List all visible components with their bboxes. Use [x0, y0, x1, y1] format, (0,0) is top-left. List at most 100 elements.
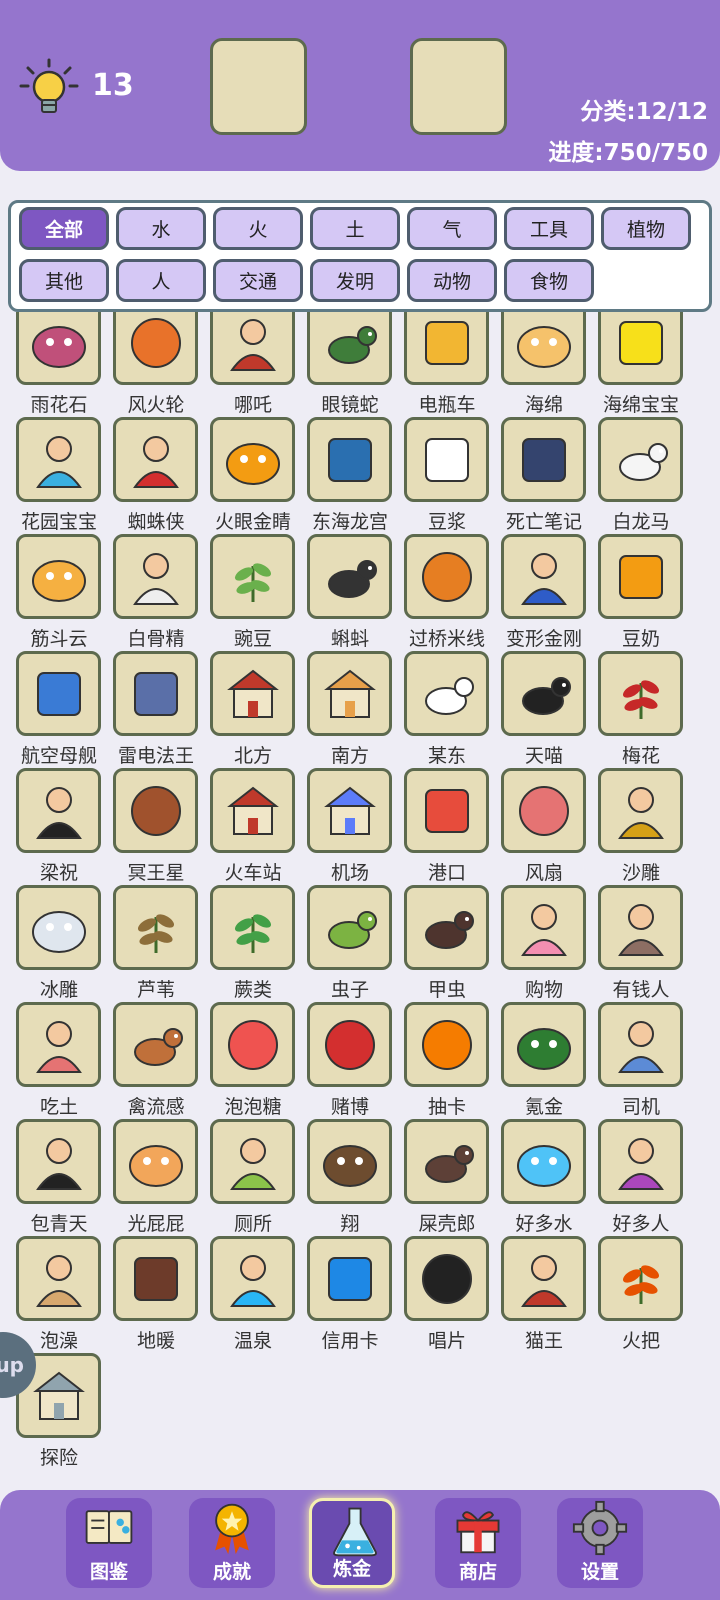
combine-slot-2[interactable] [410, 38, 507, 135]
element-item[interactable]: 豆浆 [403, 417, 491, 533]
element-tile[interactable] [598, 1002, 683, 1087]
element-item[interactable]: 好多水 [500, 1119, 588, 1235]
element-item[interactable]: 白龙马 [597, 417, 685, 533]
element-item[interactable]: 雨花石 [15, 312, 103, 416]
element-item[interactable]: 梁祝 [15, 768, 103, 884]
nav-gift[interactable]: 商店 [435, 1498, 521, 1588]
element-tile[interactable] [210, 651, 295, 736]
category-tab[interactable]: 食物 [504, 259, 594, 302]
element-tile[interactable] [307, 312, 392, 385]
element-tile[interactable] [501, 417, 586, 502]
category-tab[interactable]: 其他 [19, 259, 109, 302]
element-tile[interactable] [598, 1119, 683, 1204]
element-tile[interactable] [501, 312, 586, 385]
element-tile[interactable] [404, 534, 489, 619]
category-tab[interactable]: 土 [310, 207, 400, 250]
element-item[interactable]: 海绵 [500, 312, 588, 416]
element-item[interactable]: 甲虫 [403, 885, 491, 1001]
element-item[interactable]: 火把 [597, 1236, 685, 1352]
element-item[interactable]: 地暖 [112, 1236, 200, 1352]
element-tile[interactable] [501, 651, 586, 736]
element-tile[interactable] [307, 1002, 392, 1087]
element-item[interactable]: 豌豆 [209, 534, 297, 650]
element-item[interactable]: 有钱人 [597, 885, 685, 1001]
element-item[interactable]: 蕨类 [209, 885, 297, 1001]
element-item[interactable]: 风火轮 [112, 312, 200, 416]
element-tile[interactable] [404, 651, 489, 736]
element-item[interactable]: 冰雕 [15, 885, 103, 1001]
element-item[interactable]: 厕所 [209, 1119, 297, 1235]
element-tile[interactable] [16, 885, 101, 970]
nav-flask[interactable]: 炼金 [309, 1498, 395, 1588]
element-item[interactable]: 赌博 [306, 1002, 394, 1118]
element-item[interactable]: 变形金刚 [500, 534, 588, 650]
element-item[interactable]: 南方 [306, 651, 394, 767]
element-item[interactable]: 东海龙宫 [306, 417, 394, 533]
element-tile[interactable] [113, 651, 198, 736]
nav-gear[interactable]: 设置 [557, 1498, 643, 1588]
element-item[interactable]: 梅花 [597, 651, 685, 767]
category-tab[interactable]: 火 [213, 207, 303, 250]
category-tab[interactable]: 全部 [19, 207, 109, 250]
element-tile[interactable] [307, 417, 392, 502]
element-item[interactable]: 花园宝宝 [15, 417, 103, 533]
element-item[interactable]: 信用卡 [306, 1236, 394, 1352]
element-tile[interactable] [307, 1236, 392, 1321]
element-tile[interactable] [210, 534, 295, 619]
element-tile[interactable] [501, 885, 586, 970]
element-tile[interactable] [210, 885, 295, 970]
element-item[interactable]: 风扇 [500, 768, 588, 884]
element-tile[interactable] [598, 312, 683, 385]
element-item[interactable]: 天喵 [500, 651, 588, 767]
element-item[interactable]: 吃土 [15, 1002, 103, 1118]
nav-book[interactable]: 图鉴 [66, 1498, 152, 1588]
category-tab[interactable]: 发明 [310, 259, 400, 302]
element-tile[interactable] [501, 534, 586, 619]
element-item[interactable]: 司机 [597, 1002, 685, 1118]
element-tile[interactable] [501, 1002, 586, 1087]
element-item[interactable]: 冥王星 [112, 768, 200, 884]
element-item[interactable]: 沙雕 [597, 768, 685, 884]
element-tile[interactable] [404, 885, 489, 970]
element-tile[interactable] [210, 1236, 295, 1321]
element-tile[interactable] [113, 534, 198, 619]
element-tile[interactable] [210, 1119, 295, 1204]
element-tile[interactable] [307, 534, 392, 619]
element-tile[interactable] [16, 1002, 101, 1087]
element-tile[interactable] [16, 417, 101, 502]
category-tab[interactable]: 动物 [407, 259, 497, 302]
element-item[interactable]: 虫子 [306, 885, 394, 1001]
element-tile[interactable] [404, 768, 489, 853]
element-item[interactable]: 火车站 [209, 768, 297, 884]
category-tab[interactable]: 人 [116, 259, 206, 302]
element-item[interactable]: 电瓶车 [403, 312, 491, 416]
element-tile[interactable] [307, 651, 392, 736]
category-tab[interactable]: 水 [116, 207, 206, 250]
element-tile[interactable] [16, 768, 101, 853]
category-tab[interactable]: 工具 [504, 207, 594, 250]
element-tile[interactable] [598, 1236, 683, 1321]
category-tab[interactable]: 交通 [213, 259, 303, 302]
element-tile[interactable] [501, 1236, 586, 1321]
element-item[interactable]: 海绵宝宝 [597, 312, 685, 416]
element-tile[interactable] [598, 417, 683, 502]
element-tile[interactable] [113, 312, 198, 385]
element-item[interactable]: 芦苇 [112, 885, 200, 1001]
element-item[interactable]: 死亡笔记 [500, 417, 588, 533]
element-item[interactable]: 猫王 [500, 1236, 588, 1352]
element-item[interactable]: 哪吒 [209, 312, 297, 416]
element-item[interactable]: 某东 [403, 651, 491, 767]
element-tile[interactable] [501, 1119, 586, 1204]
element-tile[interactable] [113, 768, 198, 853]
lightbulb-icon[interactable] [18, 58, 80, 120]
element-item[interactable]: 雷电法王 [112, 651, 200, 767]
element-tile[interactable] [598, 885, 683, 970]
element-item[interactable]: 机场 [306, 768, 394, 884]
element-tile[interactable] [113, 417, 198, 502]
element-item[interactable]: 过桥米线 [403, 534, 491, 650]
element-item[interactable]: 北方 [209, 651, 297, 767]
element-item[interactable]: 包青天 [15, 1119, 103, 1235]
element-tile[interactable] [598, 768, 683, 853]
element-tile[interactable] [210, 1002, 295, 1087]
element-item[interactable]: 屎壳郎 [403, 1119, 491, 1235]
